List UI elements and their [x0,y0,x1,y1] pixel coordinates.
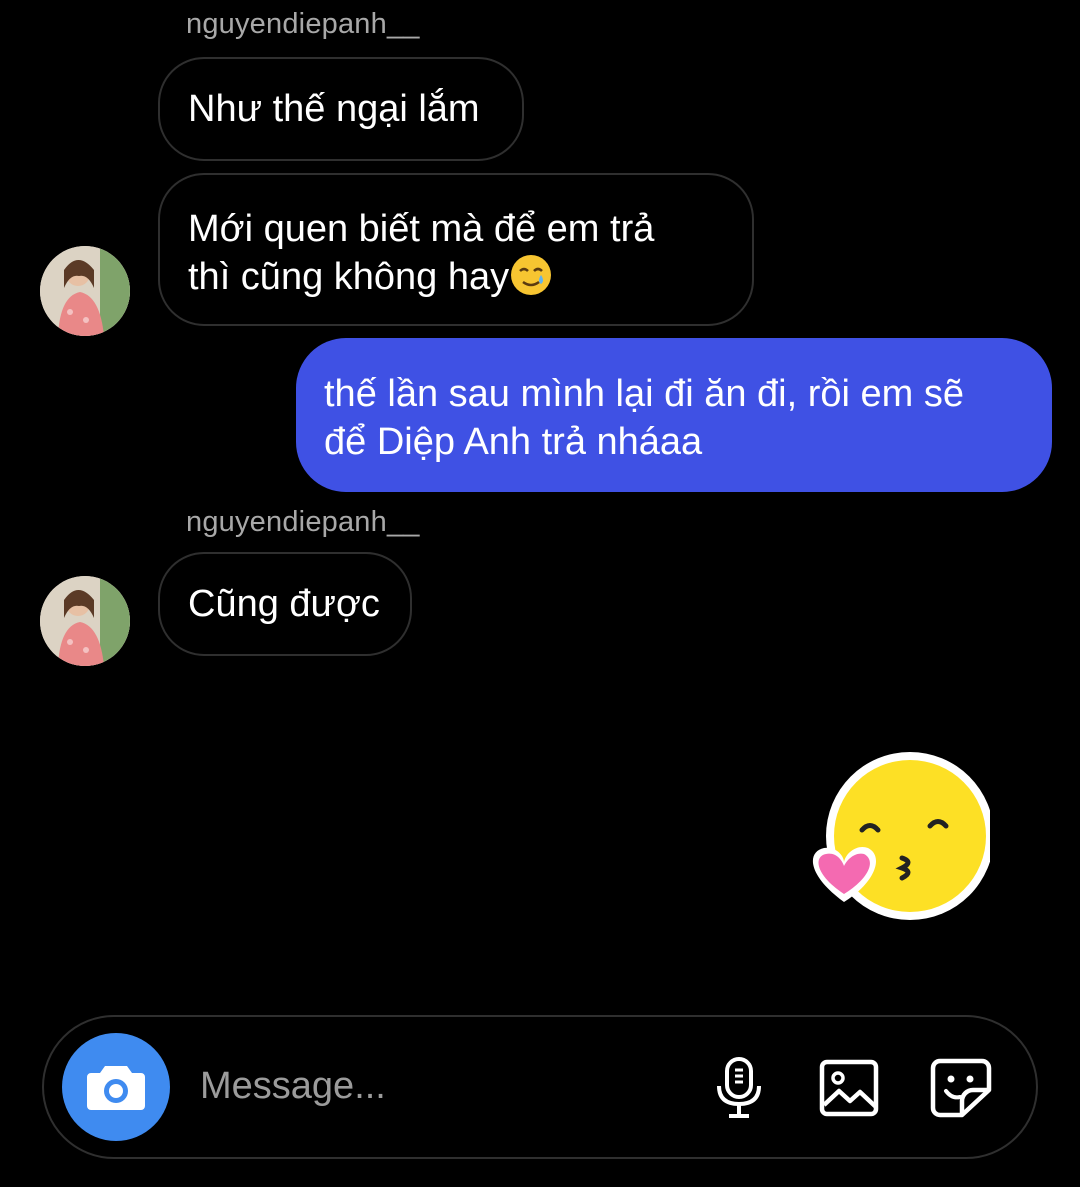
camera-icon [87,1066,145,1110]
camera-button[interactable] [62,1033,170,1141]
avatar-photo [40,246,130,336]
sticker-icon [930,1058,992,1118]
kissing-face-with-heart-sticker[interactable] [804,752,994,922]
incoming-message-bubble[interactable]: Mới quen biết mà để em trả thì cũng khôn… [158,173,754,326]
chat-screen: nguyendiepanh__ Như thế ngại lắm Mới que… [0,0,1080,1187]
sticker-button[interactable] [930,1057,992,1119]
sender-name: nguyendiepanh__ [186,506,420,538]
message-text-line: thì cũng không hay [188,256,510,298]
kissing-face-icon [812,752,994,920]
outgoing-message-bubble[interactable]: thế lần sau mình lại đi ăn đi, rồi em sẽ… [296,338,1052,492]
avatar-photo [40,576,130,666]
sender-name: nguyendiepanh__ [186,8,420,40]
message-composer [42,1015,1038,1159]
incoming-message-bubble[interactable]: Cũng được [158,552,412,656]
message-text: Như thế ngại lắm [188,88,480,130]
message-text-line: Mới quen biết mà để em trả [188,208,655,250]
message-text: Cũng được [188,583,380,625]
message-text-line: thế lần sau mình lại đi ăn đi, rồi em sẽ [324,373,965,415]
incoming-message-bubble[interactable]: Như thế ngại lắm [158,57,524,161]
gallery-button[interactable] [818,1057,880,1119]
microphone-icon [717,1057,761,1118]
smiling-face-with-tear-icon [511,255,552,295]
avatar[interactable] [40,576,130,666]
message-input[interactable] [200,1065,660,1108]
avatar[interactable] [40,246,130,336]
message-text-line: để Diệp Anh trả nháaa [324,421,703,463]
image-icon [819,1059,879,1117]
microphone-button[interactable] [708,1057,770,1119]
